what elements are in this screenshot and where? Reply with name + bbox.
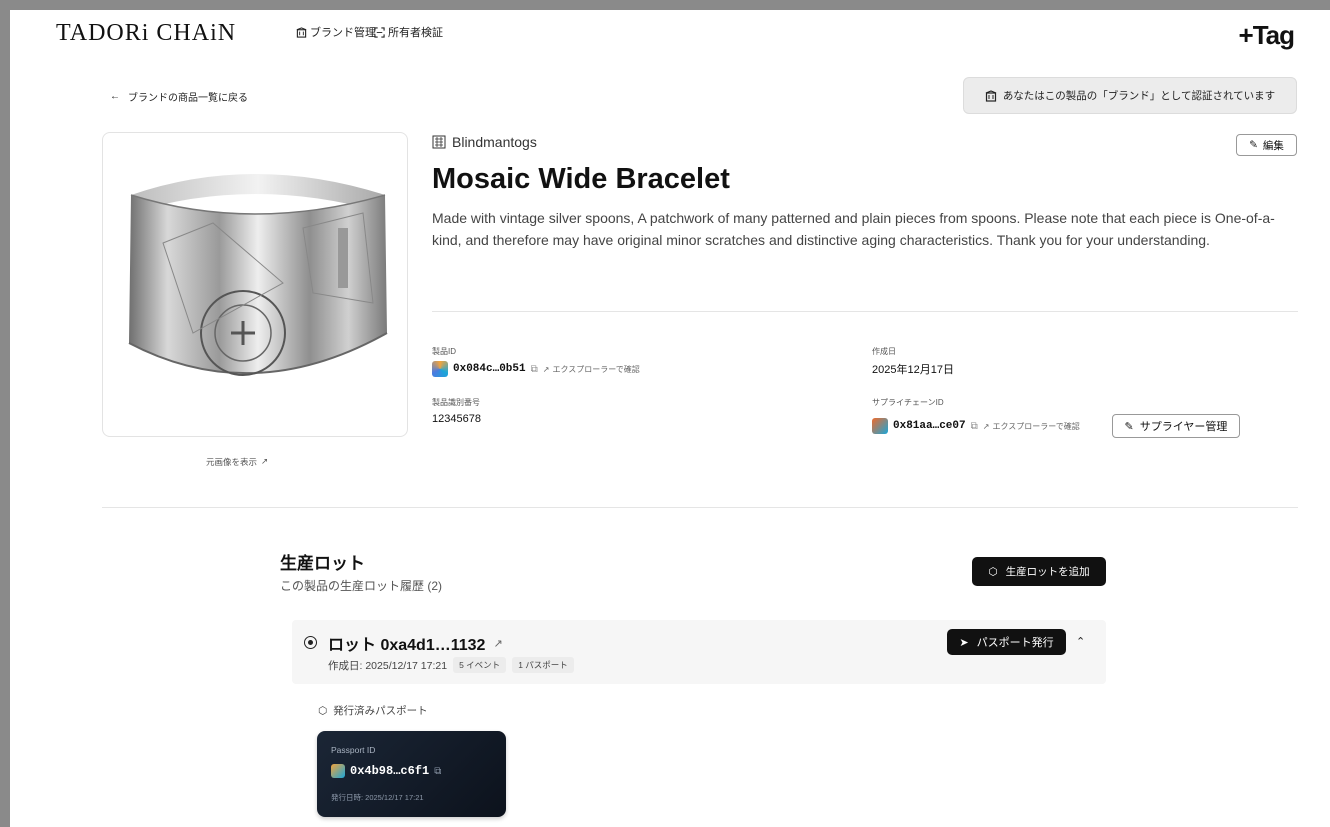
building-icon [985,89,997,102]
product-image[interactable] [102,132,408,437]
nav-label: 所有者検証 [388,27,443,39]
chain-icon [872,418,888,434]
lots-title: 生産ロット [280,554,365,573]
app-logo[interactable]: TADORi CHAiN [56,20,236,47]
copy-icon[interactable]: ⧉ [434,766,441,777]
issued-passports-label: 発行済みパスポート [333,705,428,717]
building-icon [296,26,307,38]
nav-label: ブランド管理 [310,27,376,39]
divider [432,311,1298,312]
product-description: Made with vintage silver spoons, A patch… [432,210,1275,248]
lot-name: ロット 0xa4d1…1132 [328,637,486,654]
product-id-label: 製品ID [432,347,456,356]
add-lot-button[interactable]: ⬡ 生産ロットを追加 [972,557,1106,586]
issued-passports-header: ⬡ 発行済みパスポート [318,703,428,718]
pencil-icon: ✎ [1124,420,1134,433]
lot-card[interactable]: ロット 0xa4d1…1132 ↗ 作成日: 2025/12/17 17:21 … [292,620,1106,684]
explorer-label: エクスプローラーで確認 [552,364,640,374]
brand-name[interactable]: Blindmantogs [432,134,537,150]
explorer-link[interactable]: ↗ エクスプローラーで確認 [543,364,640,375]
passport-id-label: Passport ID [331,745,376,755]
scan-icon [374,26,385,38]
passport-icon [331,764,345,778]
passport-card[interactable]: Passport ID 0x4b98…c6f1 ⧉ 発行日時: 2025/12/… [317,731,506,817]
bracelet-image [128,174,388,376]
verified-text: あなたはこの製品の「ブランド」として認証されています [1002,90,1276,102]
back-label: ブランドの商品一覧に戻る [128,93,248,104]
serial-value: 12345678 [432,413,481,425]
explorer-label: エクスプローラーで確認 [992,421,1080,431]
copy-icon[interactable]: ⧉ [971,421,978,432]
copy-icon[interactable]: ⧉ [531,364,538,375]
explorer-link[interactable]: ↗ エクスプローラーで確認 [983,421,1080,432]
chevron-up-icon[interactable]: ⌃ [1076,635,1085,648]
nav-brand-management[interactable]: ブランド管理 [296,24,376,40]
supply-chain-value: 0x81aa…ce07 [893,420,966,432]
lot-radio[interactable] [304,636,317,649]
browser-window: TADORi CHAiN ブランド管理 所有者検証 +Tag ← ブランドの商品… [10,10,1330,827]
events-badge: 5 イベント [453,657,507,673]
product-id-value: 0x084c…0b51 [453,363,526,375]
edit-button[interactable]: ✎ 編集 [1236,134,1297,156]
passport-id-value: 0x4b98…c6f1 [350,764,430,778]
verified-badge: あなたはこの製品の「ブランド」として認証されています [963,77,1297,114]
passport-id-row: 0x4b98…c6f1 ⧉ [331,764,441,778]
back-link[interactable]: ← ブランドの商品一覧に戻る [110,89,248,104]
lot-meta: 作成日: 2025/12/17 17:21 5 イベント 1 パスポート [328,657,574,673]
created-value: 2025年12月17日 [872,364,954,376]
supplier-management-button[interactable]: ✎ サプライヤー管理 [1112,414,1240,438]
tag-logo: +Tag [1238,20,1295,50]
product-title: Mosaic Wide Bracelet [432,163,730,195]
lot-name-row: ロット 0xa4d1…1132 ↗ [328,631,503,655]
arrow-left-icon: ← [110,91,120,102]
edit-icon: ✎ [1249,139,1258,151]
chain-icon [432,361,448,377]
brand-label: Blindmantogs [452,134,537,150]
lot-created: 作成日: 2025/12/17 17:21 [328,659,448,672]
divider [102,507,1298,508]
supplier-button-label: サプライヤー管理 [1139,421,1228,433]
issue-passport-label: パスポート発行 [976,637,1054,649]
package-icon: ⬡ [988,565,998,578]
external-link-icon: ↗ [261,456,269,466]
serial-label: 製品識別番号 [432,398,480,407]
external-link-icon[interactable]: ↗ [493,637,502,650]
nav-owner-verification[interactable]: 所有者検証 [374,24,443,40]
edit-label: 編集 [1262,139,1284,152]
external-link-icon: ↗ [542,364,550,374]
package-icon: ⬡ [318,704,328,717]
view-original-link[interactable]: 元画像を表示 ↗ [206,456,268,468]
external-link-icon: ↗ [982,421,990,431]
passports-badge: 1 パスポート [512,657,574,673]
issue-passport-button[interactable]: ➤ パスポート発行 [947,629,1066,655]
view-original-label: 元画像を表示 [206,457,258,467]
lots-subtitle: この製品の生産ロット履歴 (2) [280,579,443,593]
created-label: 作成日 [872,347,896,356]
product-id-row: 0x084c…0b51 ⧉ ↗ エクスプローラーで確認 [432,361,640,377]
supply-chain-label: サプライチェーンID [872,398,944,407]
send-icon: ➤ [959,636,969,649]
brand-logo-icon [432,135,446,149]
passport-issued-date: 発行日時: 2025/12/17 17:21 [331,793,424,802]
supply-chain-row: 0x81aa…ce07 ⧉ ↗ エクスプローラーで確認 [872,418,1080,434]
add-lot-label: 生産ロットを追加 [1005,566,1090,578]
